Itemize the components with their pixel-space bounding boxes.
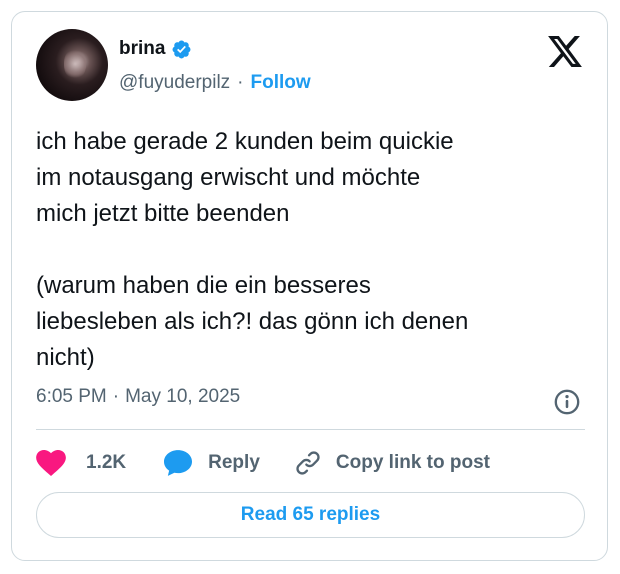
tweet-timestamp[interactable]: 6:05 PM · May 10, 2025 xyxy=(36,386,240,408)
tweet-date[interactable]: May 10, 2025 xyxy=(125,386,240,408)
author-handle[interactable]: @fuyuderpilz xyxy=(119,72,230,94)
copy-link-label: Copy link to post xyxy=(335,452,490,473)
avatar[interactable] xyxy=(36,29,108,101)
author-name[interactable]: brina xyxy=(119,38,165,60)
author-name-row: brina xyxy=(119,38,192,60)
info-icon[interactable] xyxy=(553,388,581,416)
link-icon xyxy=(296,451,320,475)
reply-label: Reply xyxy=(208,452,260,473)
like-icon-wrap xyxy=(36,450,66,476)
tweet-text: ich habe gerade 2 kunden beim quickie im… xyxy=(36,128,469,371)
verified-badge-icon xyxy=(172,40,191,58)
read-replies-label: Read 65 replies xyxy=(240,504,381,525)
timestamp-separator: · xyxy=(112,386,120,407)
copy-link-button[interactable]: Copy link to post xyxy=(294,449,490,477)
read-replies-button[interactable]: Read 65 replies xyxy=(36,492,585,538)
speech-bubble-icon xyxy=(164,450,193,476)
tweet-card: brina @fuyuderpilz · Follow ich habe ger… xyxy=(11,11,608,561)
like-button[interactable]: 1.2K xyxy=(36,450,126,476)
heart-icon xyxy=(36,450,66,476)
like-count: 1.2K xyxy=(86,452,127,473)
handle-separator: · xyxy=(237,72,244,93)
author-handle-row: @fuyuderpilz · Follow xyxy=(119,72,311,94)
action-bar: 1.2K Reply Copy link to post xyxy=(36,448,490,478)
divider xyxy=(36,429,585,430)
follow-button[interactable]: Follow xyxy=(251,72,311,94)
reply-button[interactable]: Reply xyxy=(164,450,260,476)
x-logo-icon[interactable] xyxy=(548,36,582,67)
tweet-time[interactable]: 6:05 PM xyxy=(36,386,107,408)
